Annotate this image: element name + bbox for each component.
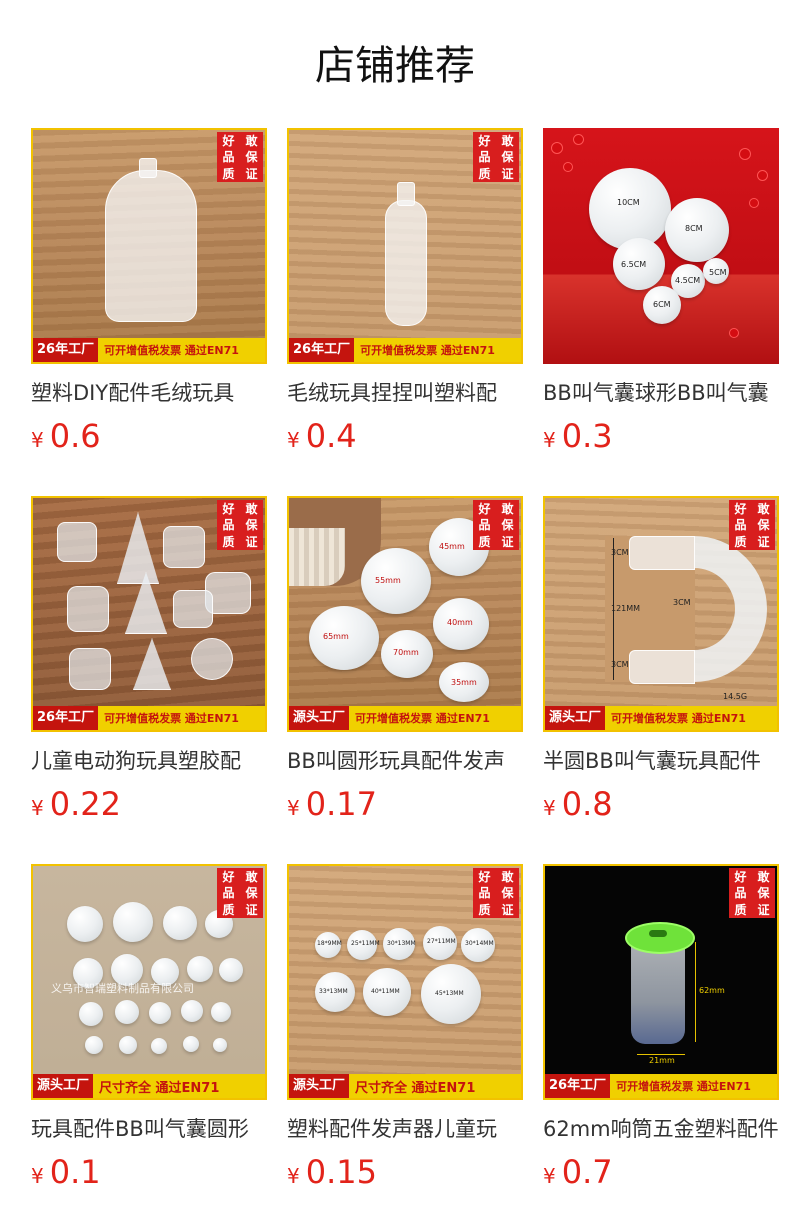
currency-symbol: ¥: [287, 1164, 300, 1188]
product-price: ¥0.3: [543, 417, 613, 455]
currency-symbol: ¥: [543, 1164, 556, 1188]
quality-badge: 好敢 品保 质证: [473, 868, 519, 918]
product-price: ¥0.4: [287, 417, 357, 455]
plush-bear-shirt: [289, 528, 345, 586]
promo-strip: 26年工厂 可开增值税发票 通过EN71: [33, 706, 265, 730]
tube-shape: [385, 200, 427, 326]
product-name[interactable]: 半圆BB叫气囊玩具配件: [543, 746, 779, 776]
product-image[interactable]: 义乌市智瑞塑料制品有限公司 好敢 品保 质证 源头工厂 尺寸齐全 通过EN71: [31, 864, 267, 1100]
green-cap: [625, 922, 695, 954]
product-card[interactable]: 好敢 品保 质证 26年工厂 可开增值税发票 通过EN71 儿童电动狗玩具塑胶配…: [31, 496, 267, 830]
product-card[interactable]: 义乌市智瑞塑料制品有限公司 好敢 品保 质证 源头工厂 尺寸齐全 通过EN71 …: [31, 864, 267, 1198]
quality-badge: 好敢 品保 质证: [217, 132, 263, 182]
product-name[interactable]: BB叫气囊球形BB叫气囊: [543, 378, 779, 408]
product-image[interactable]: 62mm 21mm 好敢 品保 质证 26年工厂 可开增值税发票 通过EN71: [543, 864, 779, 1100]
promo-strip: 26年工厂 可开增值税发票 通过EN71: [33, 338, 265, 362]
quality-badge: 好敢 品保 质证: [217, 500, 263, 550]
product-name[interactable]: 儿童电动狗玩具塑胶配: [31, 746, 267, 776]
quality-badge: 好敢 品保 质证: [217, 868, 263, 918]
whistle-tube: [631, 940, 685, 1044]
product-image[interactable]: 好敢 品保 质证 26年工厂 可开增值税发票 通过EN71: [31, 496, 267, 732]
product-name[interactable]: 62mm响筒五金塑料配件: [543, 1114, 779, 1144]
currency-symbol: ¥: [287, 796, 300, 820]
red-background: [543, 128, 779, 364]
product-card[interactable]: 好敢 品保 质证 26年工厂 可开增值税发票 通过EN71 毛绒玩具捏捏叫塑料配…: [287, 128, 523, 462]
promo-strip: 源头工厂 可开增值税发票 通过EN71: [289, 706, 521, 730]
currency-symbol: ¥: [31, 796, 44, 820]
product-image[interactable]: 好敢 品保 质证 26年工厂 可开增值税发票 通过EN71: [287, 128, 523, 364]
product-image[interactable]: 10CM 8CM 6.5CM 4.5CM 5CM 6CM: [543, 128, 779, 364]
product-price: ¥0.7: [543, 1153, 613, 1191]
product-card[interactable]: 62mm 21mm 好敢 品保 质证 26年工厂 可开增值税发票 通过EN71 …: [543, 864, 779, 1198]
product-card[interactable]: 好敢 品保 质证 26年工厂 可开增值税发票 通过EN71 塑料DIY配件毛绒玩…: [31, 128, 267, 462]
product-price: ¥0.8: [543, 785, 613, 823]
product-image[interactable]: 好敢 品保 质证 26年工厂 可开增值税发票 通过EN71: [31, 128, 267, 364]
product-price: ¥0.6: [31, 417, 101, 455]
sphere-10cm: [589, 168, 671, 250]
product-card[interactable]: 45mm 55mm 65mm 40mm 70mm 35mm 好敢 品保 质证 源…: [287, 496, 523, 830]
product-image[interactable]: 18*9MM 25*11MM 30*13MM 27*11MM 30*14MM 3…: [287, 864, 523, 1100]
product-name[interactable]: BB叫圆形玩具配件发声: [287, 746, 523, 776]
page-title: 店铺推荐: [315, 43, 475, 89]
promo-strip: 26年工厂 可开增值税发票 通过EN71: [289, 338, 521, 362]
product-card[interactable]: 10CM 8CM 6.5CM 4.5CM 5CM 6CM BB叫气囊球形BB叫气…: [543, 128, 779, 462]
currency-symbol: ¥: [543, 796, 556, 820]
product-name[interactable]: 塑料配件发声器儿童玩: [287, 1114, 523, 1144]
product-price: ¥0.15: [287, 1153, 377, 1191]
promo-strip: 源头工厂 可开增值税发票 通过EN71: [545, 706, 777, 730]
product-name[interactable]: 玩具配件BB叫气囊圆形: [31, 1114, 267, 1144]
quality-badge: 好敢 品保 质证: [473, 132, 519, 182]
bottle-neck: [139, 158, 157, 178]
currency-symbol: ¥: [287, 428, 300, 452]
promo-strip: 源头工厂 尺寸齐全 通过EN71: [33, 1074, 265, 1098]
currency-symbol: ¥: [543, 428, 556, 452]
product-price: ¥0.17: [287, 785, 377, 823]
currency-symbol: ¥: [31, 1164, 44, 1188]
product-image[interactable]: 3CM 121MM 3CM 3CM 14.5G 好敢 品保 质证 源头工厂 可开…: [543, 496, 779, 732]
product-price: ¥0.22: [31, 785, 121, 823]
product-image[interactable]: 45mm 55mm 65mm 40mm 70mm 35mm 好敢 品保 质证 源…: [287, 496, 523, 732]
currency-symbol: ¥: [31, 428, 44, 452]
product-card[interactable]: 18*9MM 25*11MM 30*13MM 27*11MM 30*14MM 3…: [287, 864, 523, 1198]
tube-neck: [397, 182, 415, 206]
promo-strip: 26年工厂 可开增值税发票 通过EN71: [545, 1074, 777, 1098]
bottle-shape: [105, 170, 197, 322]
quality-badge: 好敢 品保 质证: [729, 500, 775, 550]
watermark: 义乌市智瑞塑料制品有限公司: [51, 982, 194, 995]
product-name[interactable]: 塑料DIY配件毛绒玩具: [31, 378, 267, 408]
product-price: ¥0.1: [31, 1153, 101, 1191]
quality-badge: 好敢 品保 质证: [473, 500, 519, 550]
product-name[interactable]: 毛绒玩具捏捏叫塑料配: [287, 378, 523, 408]
quality-badge: 好敢 品保 质证: [729, 868, 775, 918]
product-card[interactable]: 3CM 121MM 3CM 3CM 14.5G 好敢 品保 质证 源头工厂 可开…: [543, 496, 779, 830]
promo-strip: 源头工厂 尺寸齐全 通过EN71: [289, 1074, 521, 1098]
